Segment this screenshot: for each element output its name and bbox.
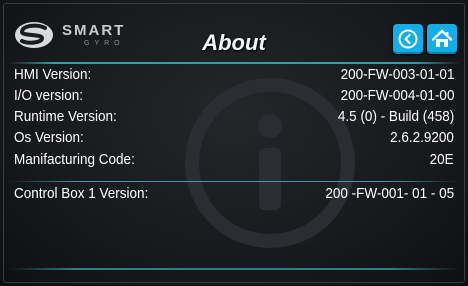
info-label: HMI Version: [14,65,92,83]
info-row-manufacturing-code: Manifacturing Code: 20E [0,149,468,169]
home-button[interactable] [427,24,457,54]
info-value: 4.5 (0) - Build (458) [337,107,454,125]
info-row-hmi-version: HMI Version: 200-FW-003-01-01 [0,64,468,84]
footer-divider [8,268,460,270]
info-value: 200 -FW-001- 01 - 05 [325,184,454,202]
back-button[interactable] [393,24,423,54]
info-value: 2.6.2.9200 [390,128,454,146]
info-label: Os Version: [14,128,84,146]
home-icon [431,29,453,47]
hmi-screen: SMART GYRO About HMI Version: 200-FW-003… [0,0,468,286]
info-label: Control Box 1 Version: [14,184,149,202]
info-row-control-box-version: Control Box 1 Version: 200 -FW-001- 01 -… [0,183,468,203]
header: SMART GYRO About [0,0,468,62]
section-divider [8,181,460,182]
info-value: 200-FW-003-01-01 [340,65,454,83]
info-row-os-version: Os Version: 2.6.2.9200 [0,127,468,147]
info-value: 20E [429,150,454,168]
back-circle-icon [398,29,418,49]
info-row-runtime-version: Runtime Version: 4.5 (0) - Build (458) [0,106,468,126]
info-label: I/O version: [14,86,84,104]
info-label: Manifacturing Code: [14,150,135,168]
info-label: Runtime Version: [14,107,117,125]
info-value: 200-FW-004-01-00 [340,86,454,104]
info-row-io-version: I/O version: 200-FW-004-01-00 [0,85,468,105]
